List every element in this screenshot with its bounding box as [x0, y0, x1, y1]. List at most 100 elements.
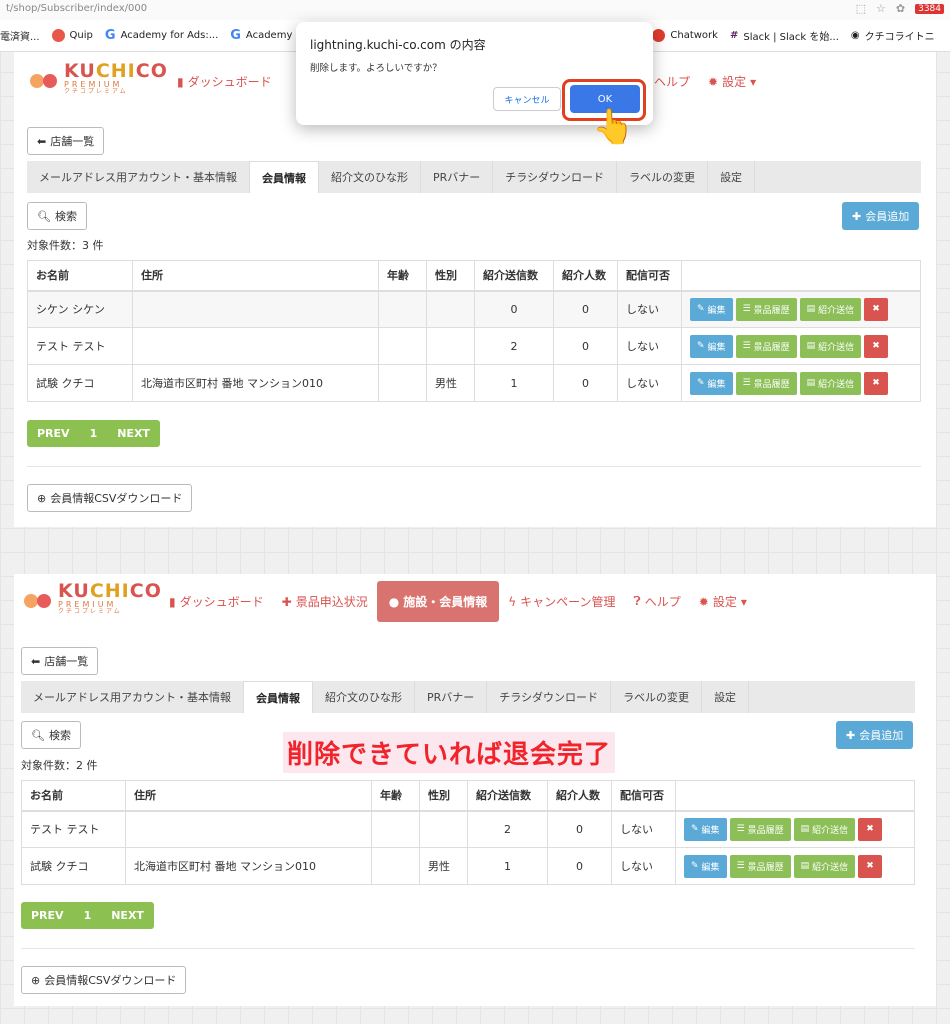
- nav-prizes[interactable]: ✚ 景品申込状況: [273, 593, 377, 610]
- cell-address: [125, 810, 372, 848]
- tab-settings[interactable]: 設定: [708, 161, 756, 193]
- delete-button[interactable]: ✖: [858, 854, 882, 878]
- nav-help[interactable]: ❓︎ ヘルプ: [625, 593, 690, 610]
- edit-button[interactable]: ✎ 編集: [684, 817, 727, 841]
- tab-members[interactable]: 会員情報: [250, 161, 319, 193]
- add-member-button[interactable]: ✚ 会員追加: [836, 721, 914, 749]
- shop-list-button[interactable]: ⬅ 店舗一覧: [21, 647, 99, 675]
- nav-dashboard[interactable]: ▮ ダッシュボード: [168, 73, 281, 90]
- document-icon: ▤: [806, 304, 816, 315]
- delete-button[interactable]: ✖: [864, 334, 888, 358]
- bookmark-0[interactable]: 電済資...: [0, 28, 40, 43]
- bookmark-4[interactable]: Chatwork: [652, 28, 718, 42]
- add-member-button[interactable]: ✚ 会員追加: [842, 202, 920, 230]
- search-button[interactable]: 🔍︎ 検索: [21, 721, 81, 749]
- cell-gender: [426, 327, 475, 365]
- next-button[interactable]: NEXT: [107, 427, 160, 440]
- search-icon: 🔍︎: [37, 209, 51, 223]
- cell-referred: 0: [553, 364, 618, 402]
- tab-members[interactable]: 会員情報: [244, 681, 313, 713]
- next-button[interactable]: NEXT: [101, 909, 154, 922]
- bookmark-2[interactable]: G Academy for Ads:...: [105, 28, 218, 43]
- nav-help[interactable]: ヘルプ: [645, 73, 699, 90]
- bookmark-1[interactable]: Quip: [51, 28, 93, 42]
- table-row: シケン シケン 0 0 しない ✎ 編集 ☰ 景品履歴 ▤ 紹介送信 ✖: [27, 290, 921, 328]
- cell-deliver: しない: [617, 364, 682, 402]
- prize-history-button[interactable]: ☰ 景品履歴: [735, 371, 797, 395]
- tab-settings[interactable]: 設定: [702, 681, 750, 713]
- shop-list-button[interactable]: ⬅ 店舗一覧: [27, 127, 105, 155]
- edit-button[interactable]: ✎ 編集: [690, 371, 733, 395]
- share-icon[interactable]: ⬚: [856, 2, 866, 15]
- nav-settings[interactable]: ✹ 設定 ▾: [690, 593, 756, 610]
- tab-account[interactable]: メールアドレス用アカウント・基本情報: [21, 681, 244, 713]
- csv-download-button[interactable]: ⊕ 会員情報CSVダウンロード: [21, 966, 187, 994]
- logo-faces-icon: [24, 586, 54, 612]
- prev-button[interactable]: PREV: [21, 909, 74, 922]
- table-row: 試験 クチコ 北海道市区町村 番地 マンション010 男性 1 0 しない ✎ 編集 ☰ 景品履…: [21, 847, 915, 885]
- document-icon: ▤: [800, 824, 810, 835]
- search-button[interactable]: 🔍︎ 検索: [27, 202, 87, 230]
- logo-wordmark: KUCHICO: [64, 60, 168, 82]
- nav-dashboard[interactable]: ▮ ダッシュボード: [160, 593, 273, 610]
- prize-history-button[interactable]: ☰ 景品履歴: [729, 817, 791, 841]
- notification-icon[interactable]: ✿: [896, 2, 905, 15]
- add-member-label: 会員追加: [859, 729, 904, 742]
- site-logo[interactable]: KUCHICO PREMIUM クチコプレミアム: [24, 582, 162, 615]
- page-1-button[interactable]: 1: [80, 427, 108, 440]
- nav-campaign[interactable]: ϟ キャンペーン管理: [499, 593, 624, 610]
- cell-address: 北海道市区町村 番地 マンション010: [132, 364, 379, 402]
- page-1-button[interactable]: 1: [74, 909, 102, 922]
- pencil-icon: ✎: [697, 304, 705, 315]
- prev-button[interactable]: PREV: [27, 427, 80, 440]
- address-bar[interactable]: t/shop/Subscriber/index/000: [0, 0, 950, 20]
- tab-label[interactable]: ラベルの変更: [611, 681, 703, 713]
- csv-download-button[interactable]: ⊕ 会員情報CSVダウンロード: [27, 484, 193, 512]
- table-header: お名前 住所 年齢 性別 紹介送信数 紹介人数 配信可否: [27, 260, 921, 292]
- bookmark-3[interactable]: G Academy: [230, 28, 292, 43]
- prize-history-button[interactable]: ☰ 景品履歴: [729, 854, 791, 878]
- tab-account[interactable]: メールアドレス用アカウント・基本情報: [27, 161, 250, 193]
- cell-age: [371, 810, 420, 848]
- shop-list-label: 店舗一覧: [50, 135, 95, 148]
- delete-button[interactable]: ✖: [858, 817, 882, 841]
- edit-button[interactable]: ✎ 編集: [690, 297, 733, 321]
- dialog-cancel-button[interactable]: キャンセル: [493, 87, 561, 111]
- send-referral-button[interactable]: ▤ 紹介送信: [793, 854, 856, 878]
- bookmark-label: Chatwork: [670, 29, 718, 41]
- bookmark-6[interactable]: ◉ クチコライトニ: [851, 28, 935, 43]
- delete-button[interactable]: ✖: [864, 371, 888, 395]
- send-referral-button[interactable]: ▤ 紹介送信: [799, 297, 862, 321]
- delete-button[interactable]: ✖: [864, 297, 888, 321]
- cell-deliver: しない: [611, 810, 676, 848]
- star-icon[interactable]: ☆: [876, 2, 886, 15]
- tab-flyer[interactable]: チラシダウンロード: [493, 161, 618, 193]
- tab-pr-banner[interactable]: PRバナー: [421, 161, 494, 193]
- send-referral-button[interactable]: ▤ 紹介送信: [793, 817, 856, 841]
- toolbar-icons: ⬚ ☆ ✿ 3384: [856, 2, 944, 15]
- tab-template[interactable]: 紹介文のひな形: [313, 681, 415, 713]
- site-logo[interactable]: KUCHICO PREMIUM クチコプレミアム: [30, 62, 168, 95]
- bookmark-5[interactable]: # Slack | Slack を始...: [730, 28, 839, 43]
- nav-settings[interactable]: ✹ 設定 ▾: [699, 73, 765, 90]
- cell-deliver: しない: [617, 327, 682, 365]
- tab-label[interactable]: ラベルの変更: [617, 161, 709, 193]
- nav-label: 設定: [712, 595, 737, 609]
- edit-button[interactable]: ✎ 編集: [684, 854, 727, 878]
- send-referral-button[interactable]: ▤ 紹介送信: [799, 334, 862, 358]
- edit-button[interactable]: ✎ 編集: [690, 334, 733, 358]
- tab-template[interactable]: 紹介文のひな形: [319, 161, 421, 193]
- search-label: 検索: [54, 210, 77, 223]
- tab-pr-banner[interactable]: PRバナー: [415, 681, 488, 713]
- prize-history-button[interactable]: ☰ 景品履歴: [735, 297, 797, 321]
- download-icon: ⊕: [37, 491, 47, 505]
- cell-referred: 0: [547, 847, 612, 885]
- gear-icon: ✹: [708, 74, 719, 89]
- tab-flyer[interactable]: チラシダウンロード: [487, 681, 612, 713]
- bookmark-label: クチコライトニ: [864, 31, 935, 43]
- nav-members[interactable]: ● 施設・会員情報: [376, 581, 500, 622]
- send-referral-button[interactable]: ▤ 紹介送信: [799, 371, 862, 395]
- prize-history-button[interactable]: ☰ 景品履歴: [735, 334, 797, 358]
- search-icon: 🔍︎: [31, 728, 45, 742]
- col-age: 年齢: [378, 260, 427, 292]
